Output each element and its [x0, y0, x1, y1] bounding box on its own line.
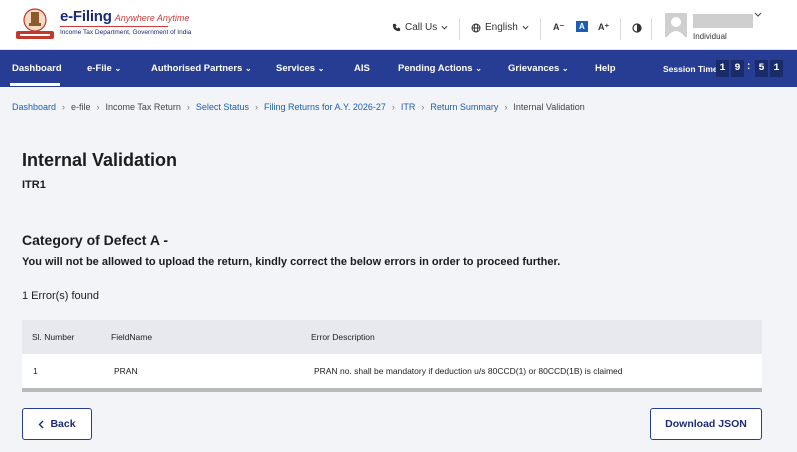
session-digit: 1	[770, 60, 783, 77]
back-button[interactable]: Back	[22, 408, 92, 440]
nav-item-label: e-File	[87, 63, 112, 74]
nav-item-authorised-partners[interactable]: Authorised Partners ⌄	[151, 63, 252, 74]
call-us-dropdown[interactable]: Call Us	[392, 22, 448, 33]
brand-divider	[60, 26, 168, 27]
chevron-down-icon: ⌄	[317, 64, 325, 73]
chevron-right-icon: ›	[62, 102, 66, 112]
chevron-down-icon	[522, 25, 529, 30]
brand-subtitle: Income Tax Department, Government of Ind…	[60, 29, 192, 36]
column-header-sl-number: Sl. Number	[32, 332, 75, 342]
chevron-left-icon	[38, 420, 44, 428]
defect-category-title: Category of Defect A -	[22, 232, 168, 248]
nav-item-label: Authorised Partners	[151, 63, 243, 74]
cell-error-description: PRAN no. shall be mandatory if deduction…	[314, 366, 623, 376]
session-digit: 9	[731, 60, 744, 77]
download-json-label: Download JSON	[665, 418, 747, 430]
back-button-label: Back	[50, 418, 76, 430]
nav-item-efile[interactable]: e-File ⌄	[87, 63, 121, 74]
brand-tagline: Anywhere Anytime	[114, 13, 190, 23]
error-count: 1 Error(s) found	[22, 290, 100, 302]
phone-icon	[392, 23, 401, 32]
nav-item-grievances[interactable]: Grievances ⌄	[508, 63, 569, 74]
call-us-label: Call Us	[405, 22, 438, 33]
chevron-down-icon: ⌄	[561, 64, 569, 73]
font-decrease-button[interactable]: A⁻	[553, 22, 564, 33]
breadcrumb: Dashboard › e-file › Income Tax Return ›…	[12, 102, 585, 112]
session-colon: :	[747, 61, 751, 72]
cell-sl-number: 1	[33, 366, 38, 376]
breadcrumb-income-tax-return: Income Tax Return	[105, 102, 181, 112]
breadcrumb-dashboard[interactable]: Dashboard	[12, 102, 56, 112]
user-role: Individual	[693, 32, 727, 41]
chevron-down-icon: ⌄	[244, 64, 252, 73]
chevron-down-icon	[441, 25, 448, 30]
brand-main-text: e-Filing	[60, 8, 112, 25]
session-digit: 1	[716, 60, 729, 77]
top-header: e-Filing Anywhere Anytime Income Tax Depa…	[0, 0, 797, 50]
column-header-error-description: Error Description	[311, 332, 375, 342]
errors-table: Sl. Number FieldName Error Description 1…	[22, 320, 762, 392]
contrast-icon[interactable]	[632, 23, 642, 33]
font-increase-button[interactable]: A⁺	[598, 22, 609, 33]
emblem-logo[interactable]	[12, 6, 58, 42]
chevron-right-icon: ›	[504, 102, 508, 112]
chevron-down-icon: ⌄	[114, 64, 122, 73]
nav-item-pending-actions[interactable]: Pending Actions ⌄	[398, 63, 482, 74]
breadcrumb-efile: e-file	[71, 102, 91, 112]
nav-item-label: Grievances	[508, 63, 560, 74]
breadcrumb-filing-returns[interactable]: Filing Returns for A.Y. 2026-27	[264, 102, 386, 112]
header-divider	[620, 18, 621, 40]
globe-icon	[471, 23, 481, 32]
column-header-fieldname: FieldName	[111, 332, 153, 342]
chevron-right-icon: ›	[254, 102, 258, 112]
chevron-right-icon: ›	[421, 102, 425, 112]
header-divider	[651, 18, 652, 40]
session-time-label: Session Time	[663, 64, 718, 74]
table-row: 1 PRAN PRAN no. shall be mandatory if de…	[22, 354, 762, 388]
header-divider	[540, 18, 541, 40]
avatar[interactable]	[665, 13, 687, 37]
breadcrumb-select-status[interactable]: Select Status	[196, 102, 249, 112]
brand-title: e-Filing Anywhere Anytime	[60, 8, 189, 26]
breadcrumb-internal-validation: Internal Validation	[513, 102, 585, 112]
language-dropdown[interactable]: English	[471, 22, 529, 33]
table-header: Sl. Number FieldName Error Description	[22, 320, 762, 354]
chevron-right-icon: ›	[186, 102, 190, 112]
chevron-down-icon: ⌄	[475, 64, 482, 73]
breadcrumb-itr[interactable]: ITR	[401, 102, 416, 112]
defect-description: You will not be allowed to upload the re…	[22, 256, 561, 268]
page-subtitle: ITR1	[22, 179, 46, 191]
user-name-redacted[interactable]	[693, 14, 753, 28]
nav-item-help[interactable]: Help	[595, 63, 616, 74]
chevron-right-icon: ›	[96, 102, 100, 112]
session-digit: 5	[755, 60, 768, 77]
font-normal-button[interactable]: A	[576, 21, 588, 32]
nav-item-services[interactable]: Services ⌄	[276, 63, 324, 74]
cell-fieldname: PRAN	[114, 366, 138, 376]
nav-item-label: Pending Actions	[398, 63, 473, 74]
chevron-down-icon[interactable]	[754, 12, 762, 17]
nav-item-label: Services	[276, 63, 316, 74]
download-json-button[interactable]: Download JSON	[650, 408, 762, 440]
header-divider	[459, 18, 460, 40]
nav-item-ais[interactable]: AIS	[354, 63, 370, 74]
chevron-right-icon: ›	[391, 102, 395, 112]
main-nav: Dashboard e-File ⌄ Authorised Partners ⌄…	[0, 50, 797, 87]
active-nav-indicator	[10, 83, 60, 86]
page-title: Internal Validation	[22, 150, 178, 170]
table-horizontal-scrollbar[interactable]	[22, 388, 762, 392]
breadcrumb-return-summary[interactable]: Return Summary	[430, 102, 498, 112]
nav-item-dashboard[interactable]: Dashboard	[12, 63, 62, 74]
language-label: English	[485, 22, 518, 33]
user-icon	[667, 17, 685, 37]
